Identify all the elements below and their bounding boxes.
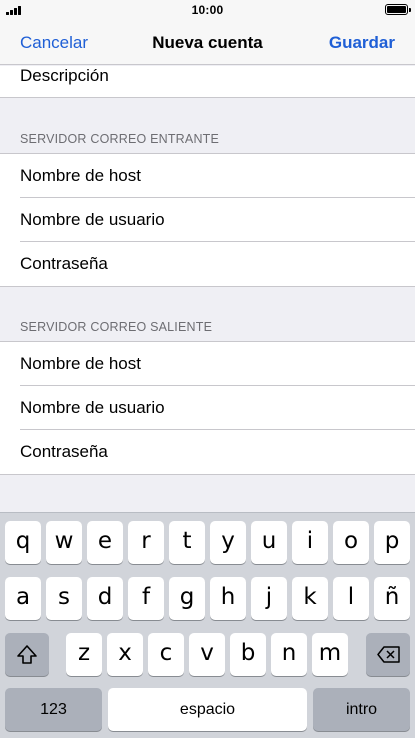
shift-icon (17, 645, 37, 664)
key-q[interactable]: q (5, 521, 41, 564)
outgoing-username-field[interactable]: Nombre de usuario (0, 386, 415, 430)
key-f[interactable]: f (128, 577, 164, 620)
incoming-password-label: Contraseña (20, 254, 108, 273)
incoming-server-section-header: SERVIDOR CORREO ENTRANTE (20, 132, 220, 146)
space-key[interactable]: espacio (108, 688, 307, 731)
key-k[interactable]: k (292, 577, 328, 620)
key-e[interactable]: e (87, 521, 123, 564)
key-v[interactable]: v (189, 633, 225, 676)
outgoing-username-label: Nombre de usuario (20, 398, 165, 417)
outgoing-server-group: Nombre de host Nombre de usuario Contras… (0, 341, 415, 475)
key-r[interactable]: r (128, 521, 164, 564)
key-s[interactable]: s (46, 577, 82, 620)
outgoing-host-label: Nombre de host (20, 354, 141, 373)
key-b[interactable]: b (230, 633, 266, 676)
description-label: Descripción (20, 66, 109, 85)
key-y[interactable]: y (210, 521, 246, 564)
key-z[interactable]: z (66, 633, 102, 676)
key-a[interactable]: a (5, 577, 41, 620)
key-h[interactable]: h (210, 577, 246, 620)
key-g[interactable]: g (169, 577, 205, 620)
backspace-icon (377, 646, 400, 663)
battery-icon (385, 4, 411, 15)
key-p[interactable]: p (374, 521, 410, 564)
keyboard: qwertyuiop asdfghjklñ zxcvbnm 123 espaci… (0, 512, 415, 738)
outgoing-server-section-header: SERVIDOR CORREO SALIENTE (20, 320, 213, 334)
key-l[interactable]: l (333, 577, 369, 620)
outgoing-password-label: Contraseña (20, 442, 108, 461)
key-j[interactable]: j (251, 577, 287, 620)
save-button[interactable]: Guardar (329, 33, 395, 53)
incoming-username-field[interactable]: Nombre de usuario (0, 198, 415, 242)
status-time: 10:00 (191, 3, 224, 17)
incoming-username-label: Nombre de usuario (20, 210, 165, 229)
navigation-bar: Cancelar Nueva cuenta Guardar (0, 20, 415, 65)
numbers-key[interactable]: 123 (5, 688, 102, 731)
outgoing-host-field[interactable]: Nombre de host (0, 342, 415, 386)
key-i[interactable]: i (292, 521, 328, 564)
incoming-host-label: Nombre de host (20, 166, 141, 185)
description-field[interactable]: Descripción (0, 66, 415, 98)
key-w[interactable]: w (46, 521, 82, 564)
key-n[interactable]: n (271, 633, 307, 676)
key-m[interactable]: m (312, 633, 348, 676)
outgoing-password-field[interactable]: Contraseña (0, 430, 415, 474)
return-key[interactable]: intro (313, 688, 410, 731)
incoming-password-field[interactable]: Contraseña (0, 242, 415, 286)
shift-key[interactable] (5, 633, 49, 676)
incoming-host-field[interactable]: Nombre de host (0, 154, 415, 198)
incoming-server-group: Nombre de host Nombre de usuario Contras… (0, 153, 415, 287)
delete-key[interactable] (366, 633, 410, 676)
key-x[interactable]: x (107, 633, 143, 676)
key-u[interactable]: u (251, 521, 287, 564)
account-form: Descripción SERVIDOR CORREO ENTRANTE Nom… (0, 66, 415, 475)
key-c[interactable]: c (148, 633, 184, 676)
key-d[interactable]: d (87, 577, 123, 620)
key-ñ[interactable]: ñ (374, 577, 410, 620)
status-bar: 10:00 (0, 0, 415, 20)
key-t[interactable]: t (169, 521, 205, 564)
key-o[interactable]: o (333, 521, 369, 564)
